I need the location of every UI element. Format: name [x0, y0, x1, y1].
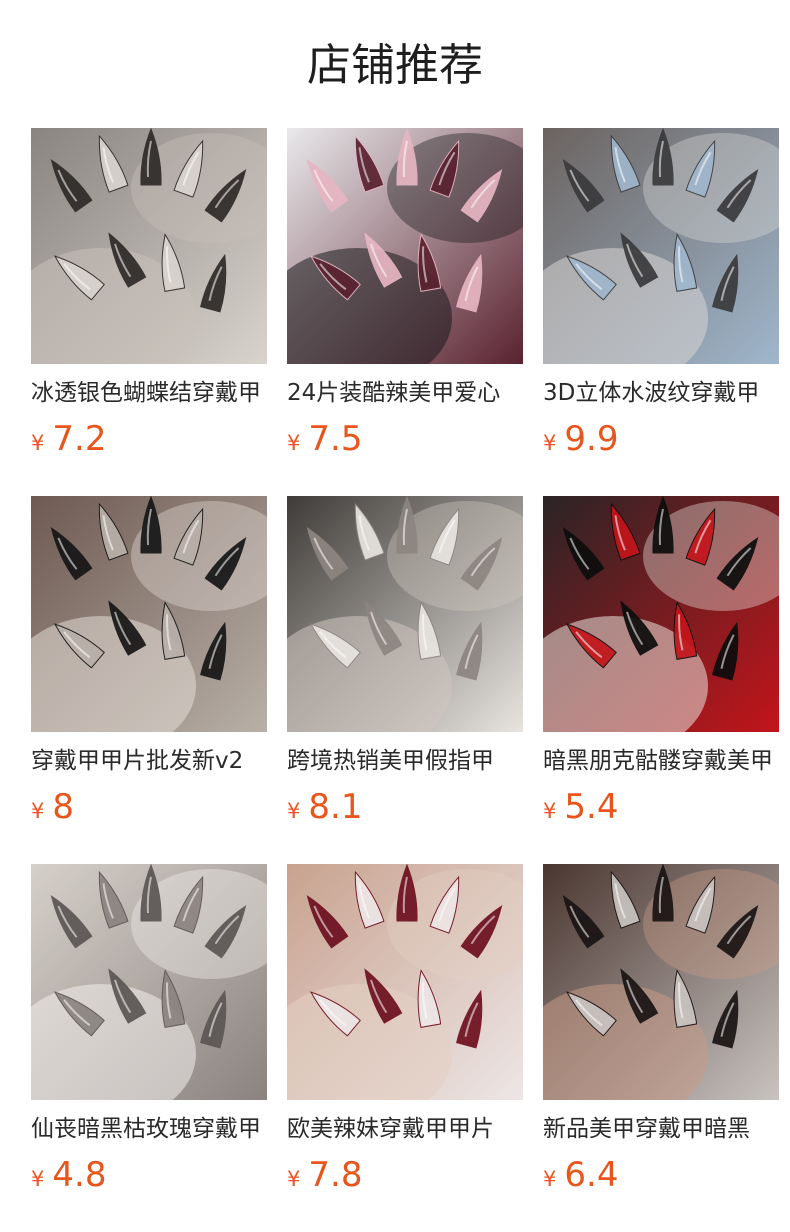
currency-symbol: ¥ [543, 799, 557, 823]
product-image[interactable] [543, 128, 779, 364]
currency-symbol: ¥ [31, 431, 45, 455]
product-card[interactable]: 新品美甲穿戴甲暗黑 ¥6.4 [543, 864, 779, 1232]
product-name[interactable]: 欧美辣妹穿戴甲甲片 [287, 1112, 523, 1146]
price-value: 8 [52, 787, 75, 827]
product-card[interactable]: 24片装酷辣美甲爱心 ¥7.5 [287, 128, 523, 496]
product-image[interactable] [543, 496, 779, 732]
product-price: ¥4.8 [31, 1153, 106, 1197]
price-value: 6.4 [564, 1155, 619, 1195]
currency-symbol: ¥ [543, 1167, 557, 1191]
product-name[interactable]: 仙丧暗黑枯玫瑰穿戴甲 [31, 1112, 267, 1146]
product-price: ¥5.4 [543, 785, 618, 829]
burgundy-chrome-cross-nails-photo [287, 864, 523, 1100]
product-name[interactable]: 冰透银色蝴蝶结穿戴甲 [31, 376, 267, 410]
price-value: 7.8 [308, 1155, 363, 1195]
product-card[interactable]: 冰透银色蝴蝶结穿戴甲 ¥7.2 [31, 128, 267, 496]
product-card[interactable]: 暗黑朋克骷髅穿戴美甲 ¥5.4 [543, 496, 779, 864]
chrome-3d-stiletto-nails-photo [543, 128, 779, 364]
product-price: ¥8.1 [287, 785, 362, 829]
product-name[interactable]: 3D立体水波纹穿戴甲 [543, 376, 779, 410]
silver-cross-stiletto-nails-photo [287, 496, 523, 732]
product-price: ¥7.2 [31, 417, 106, 461]
price-value: 7.2 [52, 419, 107, 459]
product-price: ¥8 [31, 785, 74, 829]
product-name[interactable]: 新品美甲穿戴甲暗黑 [543, 1112, 779, 1146]
product-image[interactable] [31, 864, 267, 1100]
currency-symbol: ¥ [287, 799, 301, 823]
product-price: ¥6.4 [543, 1153, 618, 1197]
currency-symbol: ¥ [287, 1167, 301, 1191]
product-name[interactable]: 24片装酷辣美甲爱心 [287, 376, 523, 410]
price-value: 9.9 [564, 419, 619, 459]
price-value: 4.8 [52, 1155, 107, 1195]
product-card[interactable]: 3D立体水波纹穿戴甲 ¥9.9 [543, 128, 779, 496]
product-price: ¥7.8 [287, 1153, 362, 1197]
product-image[interactable] [287, 496, 523, 732]
black-pink-heart-nails-photo [287, 128, 523, 364]
product-image[interactable] [287, 864, 523, 1100]
skull-punk-black-nails-photo [543, 496, 779, 732]
product-card[interactable]: 欧美辣妹穿戴甲甲片 ¥7.8 [287, 864, 523, 1232]
product-card[interactable]: 仙丧暗黑枯玫瑰穿戴甲 ¥4.8 [31, 864, 267, 1232]
product-price: ¥7.5 [287, 417, 362, 461]
product-image[interactable] [287, 128, 523, 364]
price-value: 7.5 [308, 419, 363, 459]
currency-symbol: ¥ [543, 431, 557, 455]
product-name[interactable]: 暗黑朋克骷髅穿戴美甲 [543, 744, 779, 778]
currency-symbol: ¥ [287, 431, 301, 455]
black-star-chrome-nails-photo [31, 496, 267, 732]
product-name[interactable]: 穿戴甲甲片批发新v2 [31, 744, 267, 778]
product-card[interactable]: 跨境热销美甲假指甲 ¥8.1 [287, 496, 523, 864]
product-price: ¥9.9 [543, 417, 618, 461]
page-title: 店铺推荐 [307, 40, 483, 91]
product-image[interactable] [31, 496, 267, 732]
product-image[interactable] [31, 128, 267, 364]
price-value: 8.1 [308, 787, 363, 827]
product-image[interactable] [543, 864, 779, 1100]
clear-silver-stiletto-nails-photo [31, 128, 267, 364]
price-value: 5.4 [564, 787, 619, 827]
product-card[interactable]: 穿戴甲甲片批发新v2 ¥8 [31, 496, 267, 864]
product-grid: 冰透银色蝴蝶结穿戴甲 ¥7.2 24片装酷辣美甲爱心 ¥7.5 3D立体水波纹穿… [31, 128, 790, 1232]
smoky-grey-rose-nails-photo [31, 864, 267, 1100]
currency-symbol: ¥ [31, 1167, 45, 1191]
currency-symbol: ¥ [31, 799, 45, 823]
dark-chrome-tribal-nails-photo [543, 864, 779, 1100]
product-name[interactable]: 跨境热销美甲假指甲 [287, 744, 523, 778]
